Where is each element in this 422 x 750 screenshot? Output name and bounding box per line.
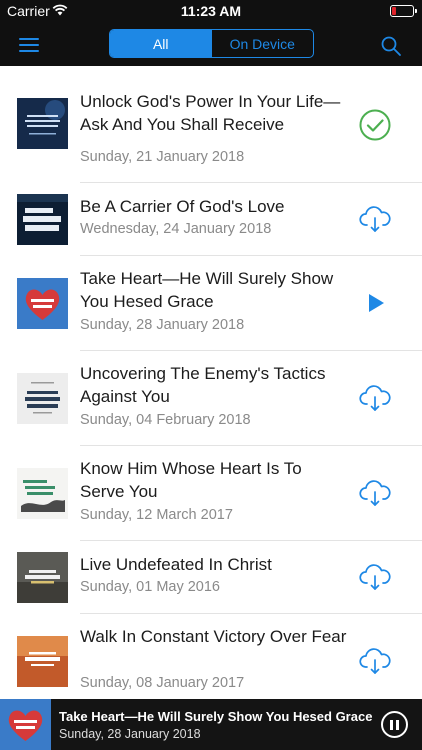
sermon-title: Know Him Whose Heart Is To Serve You [80, 459, 302, 501]
mini-player[interactable]: Take Heart—He Will Surely Show You Hesed… [0, 699, 422, 750]
sermon-cover-enemys-tactics [17, 373, 68, 424]
sermon-title: Take Heart—He Will Surely Show You Hesed… [80, 269, 334, 311]
sermon-date: Sunday, 28 January 2018 [80, 317, 245, 333]
sermon-list-screen: Carrier 11:23 AM All On Device Unlock Go… [0, 0, 422, 750]
cloud-download-icon[interactable] [358, 476, 392, 510]
now-playing-date: Sunday, 28 January 2018 [59, 727, 201, 741]
segment-all[interactable]: All [110, 30, 212, 57]
sermon-cover-know-him [17, 468, 68, 519]
sermon-cover-live-undefeated [17, 552, 68, 603]
sermon-title: Walk In Constant Victory Over Fear [80, 627, 347, 646]
clock: 11:23 AM [180, 3, 242, 19]
cloud-download-icon[interactable] [358, 644, 392, 678]
sermon-row[interactable]: Be A Carrier Of God's Love Wednesday, 24… [0, 183, 422, 256]
play-icon[interactable] [358, 286, 392, 320]
cloud-download-icon[interactable] [358, 381, 392, 415]
sermon-row[interactable]: Walk In Constant Victory Over Fear Sunda… [0, 614, 422, 699]
menu-icon[interactable] [19, 37, 39, 53]
sermon-row[interactable]: Live Undefeated In Christ Sunday, 01 May… [0, 541, 422, 614]
sermon-date: Sunday, 08 January 2017 [80, 675, 245, 691]
pause-icon[interactable] [381, 711, 408, 738]
battery-level-fill [392, 7, 396, 15]
checkmark-circle-icon[interactable] [358, 108, 392, 142]
cloud-download-icon[interactable] [358, 202, 392, 236]
battery-icon [390, 5, 417, 17]
sermon-row[interactable]: Unlock God's Power In Your Life—Ask And … [0, 66, 422, 183]
sermon-cover-carrier-of-gods-love [17, 194, 68, 245]
sermon-row[interactable]: Take Heart—He Will Surely Show You Hesed… [0, 256, 422, 351]
now-playing-title: Take Heart—He Will Surely Show You Hesed… [59, 709, 373, 724]
segment-on-device[interactable]: On Device [212, 30, 314, 57]
sermon-cover-walk-in-victory [17, 636, 68, 687]
sermon-cover-take-heart [17, 278, 68, 329]
sermon-cover-unlock-gods-power [17, 98, 68, 149]
cloud-download-icon[interactable] [358, 560, 392, 594]
sermon-title: Live Undefeated In Christ [80, 555, 272, 574]
sermon-date: Sunday, 01 May 2016 [80, 579, 220, 595]
navigation-bar: Carrier 11:23 AM All On Device [0, 0, 422, 66]
sermon-date: Sunday, 21 January 2018 [80, 149, 245, 165]
search-icon[interactable] [380, 35, 402, 57]
sermon-date: Sunday, 04 February 2018 [80, 412, 251, 428]
sermon-title: Be A Carrier Of God's Love [80, 197, 285, 216]
sermon-title: Uncovering The Enemy's Tactics Against Y… [80, 364, 326, 406]
sermon-row[interactable]: Uncovering The Enemy's Tactics Against Y… [0, 351, 422, 446]
library-filter-segmented-control: All On Device [109, 29, 314, 58]
sermon-date: Wednesday, 24 January 2018 [80, 221, 272, 237]
status-bar: Carrier 11:23 AM [0, 0, 422, 22]
sermon-title: Unlock God's Power In Your Life—Ask And … [80, 92, 341, 134]
sermon-row[interactable]: Know Him Whose Heart Is To Serve You Sun… [0, 446, 422, 541]
now-playing-cover [0, 699, 51, 750]
sermon-date: Sunday, 12 March 2017 [80, 507, 233, 523]
